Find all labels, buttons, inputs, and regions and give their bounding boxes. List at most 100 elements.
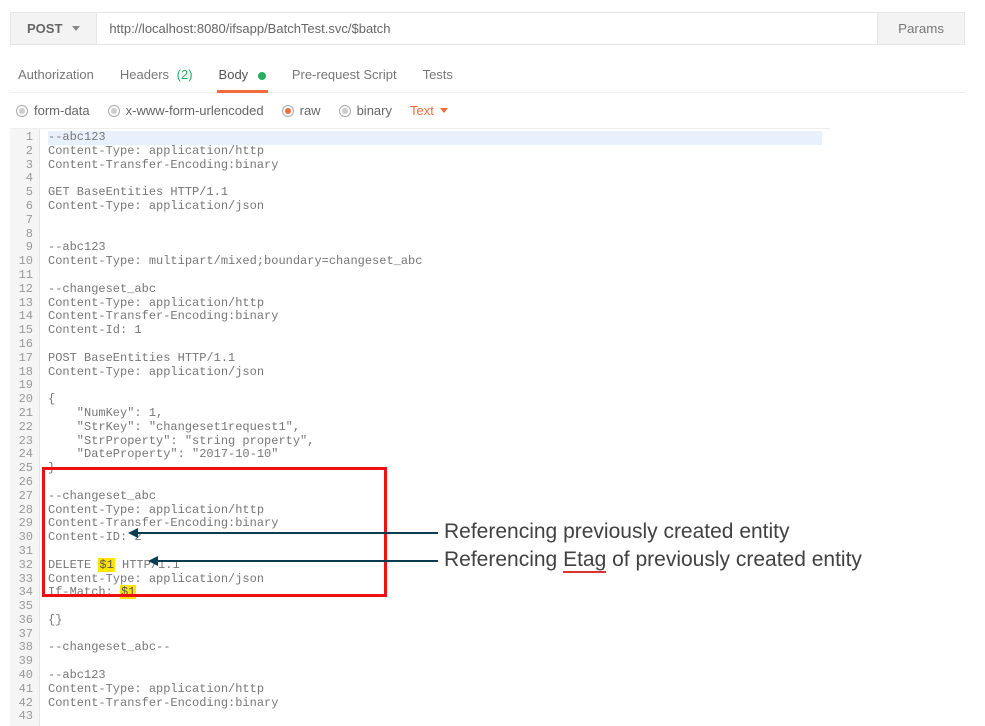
line-number: 39: [14, 655, 33, 669]
line-number: 8: [14, 228, 33, 242]
radio-raw-label: raw: [300, 103, 321, 118]
line-number: 32: [14, 559, 33, 573]
code-line[interactable]: [48, 600, 822, 614]
line-number: 21: [14, 407, 33, 421]
line-number: 25: [14, 462, 33, 476]
app-root: POST Params Authorization Headers (2) Bo…: [0, 0, 985, 646]
body-type-row: form-data x-www-form-urlencoded raw bina…: [10, 93, 965, 128]
code-line[interactable]: Content-Type: application/json: [48, 573, 822, 587]
line-number: 5: [14, 186, 33, 200]
code-line[interactable]: POST BaseEntities HTTP/1.1: [48, 352, 822, 366]
line-number: 34: [14, 586, 33, 600]
code-line[interactable]: [48, 228, 822, 242]
line-number: 20: [14, 393, 33, 407]
code-line[interactable]: "StrProperty": "string property",: [48, 435, 822, 449]
line-number: 19: [14, 379, 33, 393]
code-line[interactable]: [48, 338, 822, 352]
code-line[interactable]: {: [48, 393, 822, 407]
code-line[interactable]: [48, 379, 822, 393]
radio-binary-label: binary: [357, 103, 392, 118]
annotation-text-2: Referencing Etag of previously created e…: [444, 548, 862, 572]
line-number: 14: [14, 310, 33, 324]
line-number: 33: [14, 573, 33, 587]
radio-urlencoded-label: x-www-form-urlencoded: [126, 103, 264, 118]
code-line[interactable]: [48, 655, 822, 669]
code-line[interactable]: [48, 269, 822, 283]
line-number: 11: [14, 269, 33, 283]
code-line[interactable]: --abc123: [48, 669, 822, 683]
code-line[interactable]: [48, 172, 822, 186]
line-number: 6: [14, 200, 33, 214]
line-number: 27: [14, 490, 33, 504]
code-line[interactable]: Content-Transfer-Encoding:binary: [48, 697, 822, 711]
code-line[interactable]: Content-Type: multipart/mixed;boundary=c…: [48, 255, 822, 269]
tab-headers[interactable]: Headers (2): [118, 61, 195, 92]
line-number: 43: [14, 710, 33, 724]
radio-icon: [282, 105, 294, 117]
annotation-text-2-post: of previously created entity: [606, 548, 862, 571]
code-line[interactable]: Content-Transfer-Encoding:binary: [48, 310, 822, 324]
chevron-down-icon: [72, 26, 80, 31]
code-line[interactable]: --changeset_abc: [48, 490, 822, 504]
line-number: 42: [14, 697, 33, 711]
http-method-label: POST: [27, 21, 62, 36]
line-number: 38: [14, 641, 33, 655]
line-number: 7: [14, 214, 33, 228]
code-line[interactable]: --abc123: [48, 241, 822, 255]
request-tabs: Authorization Headers (2) Body Pre-reque…: [10, 55, 965, 93]
line-number: 26: [14, 476, 33, 490]
code-line[interactable]: [48, 628, 822, 642]
radio-form-data-label: form-data: [34, 103, 90, 118]
code-line[interactable]: Content-Type: application/http: [48, 297, 822, 311]
code-line[interactable]: [48, 710, 822, 724]
code-line[interactable]: --changeset_abc: [48, 283, 822, 297]
code-area[interactable]: --abc123Content-Type: application/httpCo…: [40, 129, 830, 726]
line-number: 2: [14, 145, 33, 159]
code-line[interactable]: Content-Type: application/http: [48, 683, 822, 697]
http-method-select[interactable]: POST: [10, 12, 96, 45]
radio-form-data[interactable]: form-data: [16, 103, 90, 118]
code-line[interactable]: If-Match: $1: [48, 586, 822, 600]
code-editor[interactable]: 1234567891011121314151617181920212223242…: [10, 128, 830, 726]
tab-headers-count: (2): [177, 67, 193, 82]
line-number: 16: [14, 338, 33, 352]
line-number: 23: [14, 435, 33, 449]
code-line[interactable]: "StrKey": "changeset1request1",: [48, 421, 822, 435]
tab-body[interactable]: Body: [217, 61, 268, 92]
code-line[interactable]: "NumKey": 1,: [48, 407, 822, 421]
line-number: 41: [14, 683, 33, 697]
code-line[interactable]: [48, 476, 822, 490]
chevron-down-icon: [440, 108, 448, 113]
radio-raw[interactable]: raw: [282, 103, 321, 118]
code-line[interactable]: GET BaseEntities HTTP/1.1: [48, 186, 822, 200]
tab-authorization[interactable]: Authorization: [16, 61, 96, 92]
code-line[interactable]: --abc123: [48, 131, 822, 145]
code-line[interactable]: {}: [48, 614, 822, 628]
line-number: 35: [14, 600, 33, 614]
params-button[interactable]: Params: [878, 12, 965, 45]
code-line[interactable]: Content-Id: 1: [48, 324, 822, 338]
tab-tests[interactable]: Tests: [421, 61, 455, 92]
code-line[interactable]: }: [48, 462, 822, 476]
code-line[interactable]: --changeset_abc--: [48, 641, 822, 655]
line-number: 18: [14, 366, 33, 380]
radio-binary[interactable]: binary: [339, 103, 392, 118]
code-line[interactable]: Content-Type: application/http: [48, 504, 822, 518]
line-number: 37: [14, 628, 33, 642]
raw-type-dropdown[interactable]: Text: [410, 103, 448, 118]
line-number: 40: [14, 669, 33, 683]
code-line[interactable]: [48, 214, 822, 228]
annotation-text-2-pre: Referencing: [444, 548, 563, 571]
code-line[interactable]: "DateProperty": "2017-10-10": [48, 448, 822, 462]
tab-prerequest[interactable]: Pre-request Script: [290, 61, 399, 92]
code-line[interactable]: Content-Transfer-Encoding:binary: [48, 159, 822, 173]
line-number: 29: [14, 517, 33, 531]
code-line[interactable]: Content-Type: application/json: [48, 200, 822, 214]
code-line[interactable]: Content-Type: application/json: [48, 366, 822, 380]
line-number: 4: [14, 172, 33, 186]
url-input[interactable]: [96, 12, 878, 45]
annotation-text-1: Referencing previously created entity: [444, 520, 790, 544]
radio-urlencoded[interactable]: x-www-form-urlencoded: [108, 103, 264, 118]
code-line[interactable]: Content-Type: application/http: [48, 145, 822, 159]
annotation-text-2-word: Etag: [563, 548, 606, 573]
